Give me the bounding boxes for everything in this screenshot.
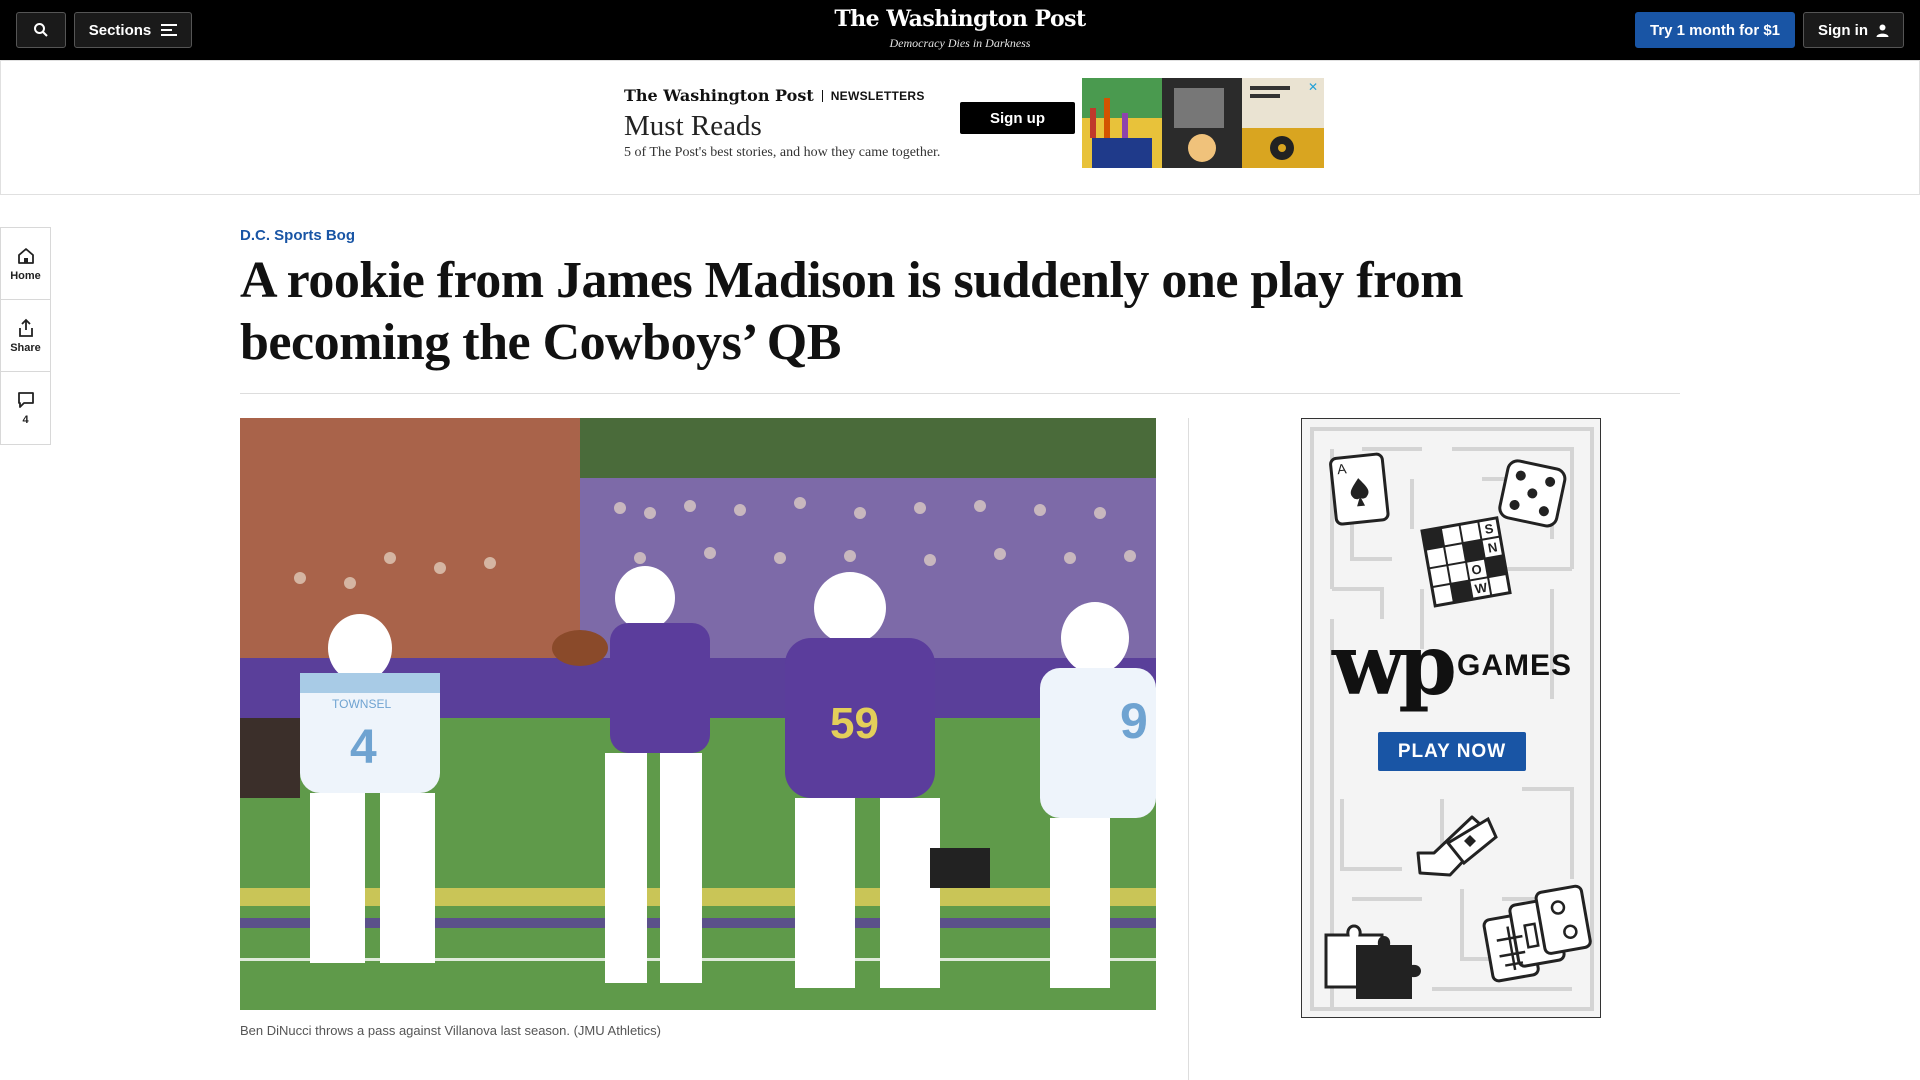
ad-section-label: NEWSLETTERS <box>830 88 925 103</box>
newsletter-ad[interactable]: The Washington Post NEWSLETTERS Must Rea… <box>624 78 1324 168</box>
mahjong-tiles-icon <box>1482 884 1592 983</box>
masthead-tagline: Democracy Dies in Darkness <box>889 36 1031 50</box>
column-divider <box>1188 418 1189 1080</box>
wp-games-ad[interactable]: A S N O W wp GAMES PLAY NOW <box>1301 418 1601 1018</box>
wp-games-logo: wp <box>1332 615 1457 714</box>
ad-close-icon[interactable]: ✕ <box>1306 80 1320 94</box>
rail-home-label: Home <box>10 269 41 282</box>
dice-icon <box>1498 459 1567 528</box>
jersey-number-59: 59 <box>830 699 879 748</box>
rail-comments-count: 4 <box>22 414 29 426</box>
search-button[interactable] <box>16 12 66 48</box>
sign-in-label: Sign in <box>1818 21 1868 39</box>
sections-button[interactable]: Sections <box>74 12 192 48</box>
rail-share-button[interactable]: Share <box>1 300 50 372</box>
top-navigation-bar: Sections The Washington Post Democracy D… <box>0 0 1920 60</box>
jersey-number-4: 4 <box>350 721 377 774</box>
menu-icon <box>161 24 178 36</box>
masthead[interactable]: The Washington Post Democracy Dies in Da… <box>810 6 1110 51</box>
article-headline: A rookie from James Madison is suddenly … <box>240 252 1464 371</box>
ad-description: 5 of The Post's best stories, and how th… <box>624 145 941 160</box>
jersey-number-9: 9 <box>1120 693 1148 749</box>
jersey-name-townsel: TOWNSEL <box>332 697 391 711</box>
share-icon <box>18 318 33 337</box>
rail-comments-button[interactable]: 4 <box>1 372 50 444</box>
playing-card-icon: A <box>1329 452 1390 526</box>
ad-brand-divider <box>821 89 823 102</box>
crossword-icon: S N O W <box>1420 516 1512 608</box>
article-kicker-link[interactable]: D.C. Sports Bog <box>240 227 355 244</box>
sections-label: Sections <box>88 21 152 39</box>
play-now-button[interactable]: PLAY NOW <box>1378 732 1526 771</box>
wp-games-label: GAMES <box>1457 649 1573 682</box>
headline-divider <box>240 393 1680 394</box>
rail-home-button[interactable]: Home <box>1 228 50 300</box>
user-icon <box>1876 24 1889 37</box>
ad-brand: The Washington Post NEWSLETTERS <box>624 86 925 105</box>
masthead-logo[interactable]: The Washington Post <box>810 6 1110 32</box>
rail-share-label: Share <box>10 341 41 354</box>
puzzle-icon <box>1324 924 1421 999</box>
subscribe-trial-button[interactable]: Try 1 month for $1 <box>1635 12 1795 48</box>
sign-in-button[interactable]: Sign in <box>1803 12 1904 48</box>
ad-sign-up-button[interactable]: Sign up <box>960 102 1075 134</box>
ad-headline: Must Reads <box>624 110 762 142</box>
ad-brand-logo: The Washington Post <box>624 86 814 105</box>
ad-collage-image: ✕ <box>1082 78 1324 168</box>
left-action-rail: Home Share 4 <box>0 227 51 445</box>
search-icon <box>34 23 48 37</box>
article-lead-photo[interactable]: 4 TOWNSEL 59 9 <box>240 418 1156 1010</box>
photo-caption: Ben DiNucci throws a pass against Villan… <box>240 1023 662 1038</box>
hand-card-icon <box>1416 815 1498 877</box>
home-icon <box>17 247 34 264</box>
comment-icon <box>17 392 34 408</box>
